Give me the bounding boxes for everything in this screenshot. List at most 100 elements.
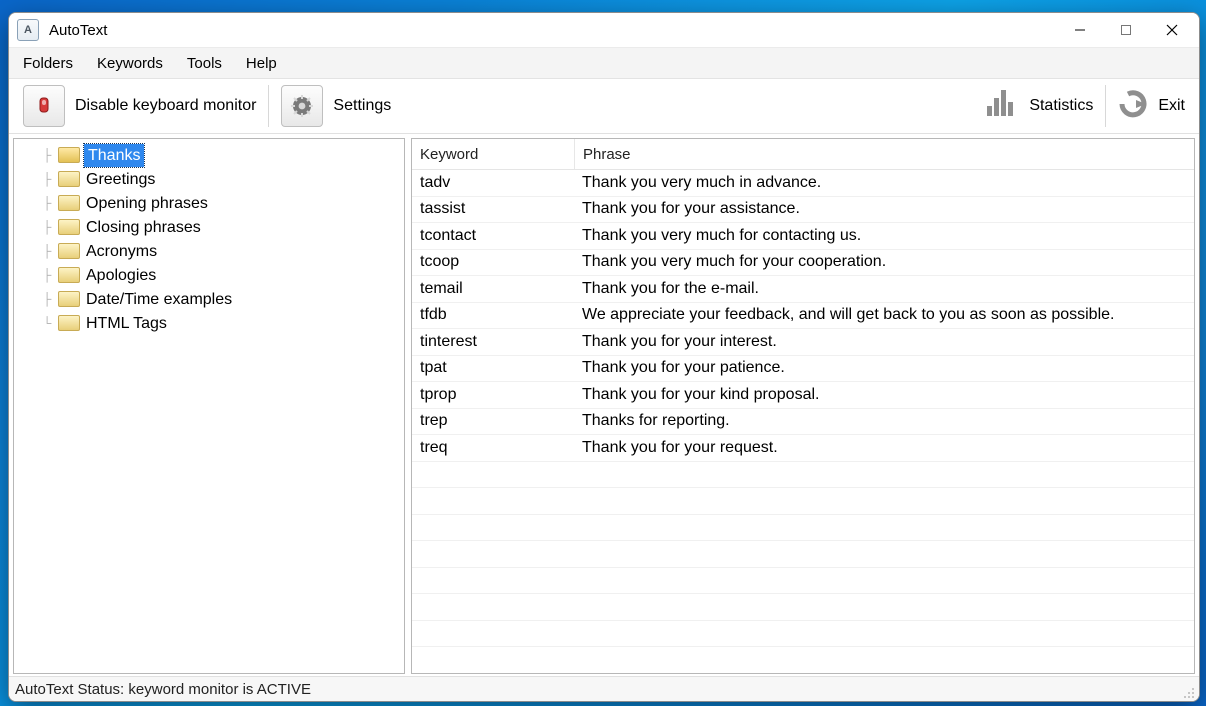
settings-label: Settings: [333, 97, 391, 115]
cell-keyword: temail: [412, 280, 574, 298]
menu-help[interactable]: Help: [246, 55, 277, 72]
cell-keyword: tfdb: [412, 306, 574, 324]
tree-branch-icon: ├: [40, 240, 54, 263]
table-row[interactable]: tadvThank you very much in advance.: [412, 170, 1194, 197]
table-row[interactable]: tinterestThank you for your interest.: [412, 329, 1194, 356]
cell-keyword: tcoop: [412, 253, 574, 271]
maximize-button[interactable]: [1103, 15, 1149, 45]
column-phrase[interactable]: Phrase: [575, 139, 1194, 169]
keyboard-monitor-icon: [23, 85, 65, 127]
cell-keyword: trep: [412, 412, 574, 430]
window-title: AutoText: [49, 22, 107, 39]
cell-phrase: Thanks for reporting.: [574, 412, 1194, 430]
cell-phrase: Thank you for your kind proposal.: [574, 386, 1194, 404]
toolbar: Disable keyboard monitor: [9, 79, 1199, 134]
folder-label: Apologies: [84, 264, 158, 287]
statistics-label: Statistics: [1029, 97, 1093, 115]
menubar: Folders Keywords Tools Help: [9, 47, 1199, 79]
tree-branch-icon: └: [40, 312, 54, 335]
status-text: AutoText Status: keyword monitor is ACTI…: [15, 681, 311, 698]
folder-icon: [58, 291, 80, 307]
app-window: A AutoText Folders Keywords Tools Help: [8, 12, 1200, 702]
cell-phrase: Thank you for your request.: [574, 439, 1194, 457]
exit-button[interactable]: Exit: [1112, 83, 1191, 129]
menu-folders[interactable]: Folders: [23, 55, 73, 72]
cell-phrase: Thank you very much for your cooperation…: [574, 253, 1194, 271]
table-row-empty: [412, 462, 1194, 489]
table-header: Keyword Phrase: [412, 139, 1194, 170]
folder-item[interactable]: ├Date/Time examples: [20, 287, 398, 311]
tree-branch-icon: ├: [40, 288, 54, 311]
cell-phrase: We appreciate your feedback, and will ge…: [574, 306, 1194, 324]
folder-icon: [58, 219, 80, 235]
folder-item[interactable]: ├ Closing phrases: [20, 215, 398, 239]
minimize-button[interactable]: [1057, 15, 1103, 45]
resize-grip-icon[interactable]: [1181, 685, 1195, 699]
close-button[interactable]: [1149, 15, 1195, 45]
folder-item[interactable]: └ HTML Tags: [20, 311, 398, 335]
table-row[interactable]: tassistThank you for your assistance.: [412, 197, 1194, 224]
table-row[interactable]: temailThank you for the e-mail.: [412, 276, 1194, 303]
folder-label: Closing phrases: [84, 216, 203, 239]
folder-label: HTML Tags: [84, 312, 169, 335]
folder-icon: [58, 243, 80, 259]
table-row[interactable]: tpropThank you for your kind proposal.: [412, 382, 1194, 409]
cell-keyword: tadv: [412, 174, 574, 192]
folder-icon: [58, 195, 80, 211]
cell-phrase: Thank you very much for contacting us.: [574, 227, 1194, 245]
menu-tools[interactable]: Tools: [187, 55, 222, 72]
folder-item[interactable]: ├Thanks: [20, 143, 398, 167]
statusbar: AutoText Status: keyword monitor is ACTI…: [9, 676, 1199, 701]
folder-icon: [58, 267, 80, 283]
cell-phrase: Thank you for the e-mail.: [574, 280, 1194, 298]
column-keyword[interactable]: Keyword: [412, 139, 575, 169]
bar-chart-icon: [985, 88, 1019, 125]
folder-tree[interactable]: ├Thanks├Greetings├Opening phrases├Closin…: [14, 139, 404, 339]
titlebar: A AutoText: [9, 13, 1199, 47]
app-icon: A: [17, 19, 39, 41]
tree-branch-icon: ├: [40, 192, 54, 215]
settings-button[interactable]: Settings: [275, 83, 397, 129]
exit-icon: [1118, 89, 1148, 124]
toolbar-separator: [268, 85, 269, 127]
table-row-empty: [412, 515, 1194, 542]
tree-branch-icon: ├: [40, 216, 54, 239]
folder-item[interactable]: ├Greetings: [20, 167, 398, 191]
cell-keyword: tpat: [412, 359, 574, 377]
menu-keywords[interactable]: Keywords: [97, 55, 163, 72]
exit-label: Exit: [1158, 97, 1185, 115]
cell-phrase: Thank you for your assistance.: [574, 200, 1194, 218]
cell-keyword: tprop: [412, 386, 574, 404]
table-row-empty: [412, 647, 1194, 673]
cell-keyword: treq: [412, 439, 574, 457]
cell-phrase: Thank you very much in advance.: [574, 174, 1194, 192]
table-row-empty: [412, 541, 1194, 568]
cell-keyword: tinterest: [412, 333, 574, 351]
folder-label: Greetings: [84, 168, 157, 191]
disable-monitor-button[interactable]: Disable keyboard monitor: [17, 83, 262, 129]
tree-branch-icon: ├: [40, 144, 54, 167]
table-row[interactable]: tcoopThank you very much for your cooper…: [412, 250, 1194, 277]
table-row[interactable]: tpatThank you for your patience.: [412, 356, 1194, 383]
table-row[interactable]: tfdbWe appreciate your feedback, and wil…: [412, 303, 1194, 330]
table-row-empty: [412, 568, 1194, 595]
table-row-empty: [412, 488, 1194, 515]
folder-label: Acronyms: [84, 240, 159, 263]
table-row-empty: [412, 594, 1194, 621]
folder-item[interactable]: ├Opening phrases: [20, 191, 398, 215]
folder-item[interactable]: ├ Acronyms: [20, 239, 398, 263]
folder-icon: [58, 171, 80, 187]
folder-item[interactable]: ├Apologies: [20, 263, 398, 287]
table-row[interactable]: tcontactThank you very much for contacti…: [412, 223, 1194, 250]
table-row[interactable]: treqThank you for your request.: [412, 435, 1194, 462]
table-body[interactable]: tadvThank you very much in advance.tassi…: [412, 170, 1194, 673]
cell-keyword: tassist: [412, 200, 574, 218]
main-body: ├Thanks├Greetings├Opening phrases├Closin…: [9, 134, 1199, 676]
window-controls: [1057, 15, 1195, 45]
disable-monitor-label: Disable keyboard monitor: [75, 97, 256, 115]
statistics-button[interactable]: Statistics: [979, 83, 1099, 129]
toolbar-separator: [1105, 85, 1106, 127]
folder-icon: [58, 147, 80, 163]
table-row[interactable]: trepThanks for reporting.: [412, 409, 1194, 436]
table-row-empty: [412, 621, 1194, 648]
